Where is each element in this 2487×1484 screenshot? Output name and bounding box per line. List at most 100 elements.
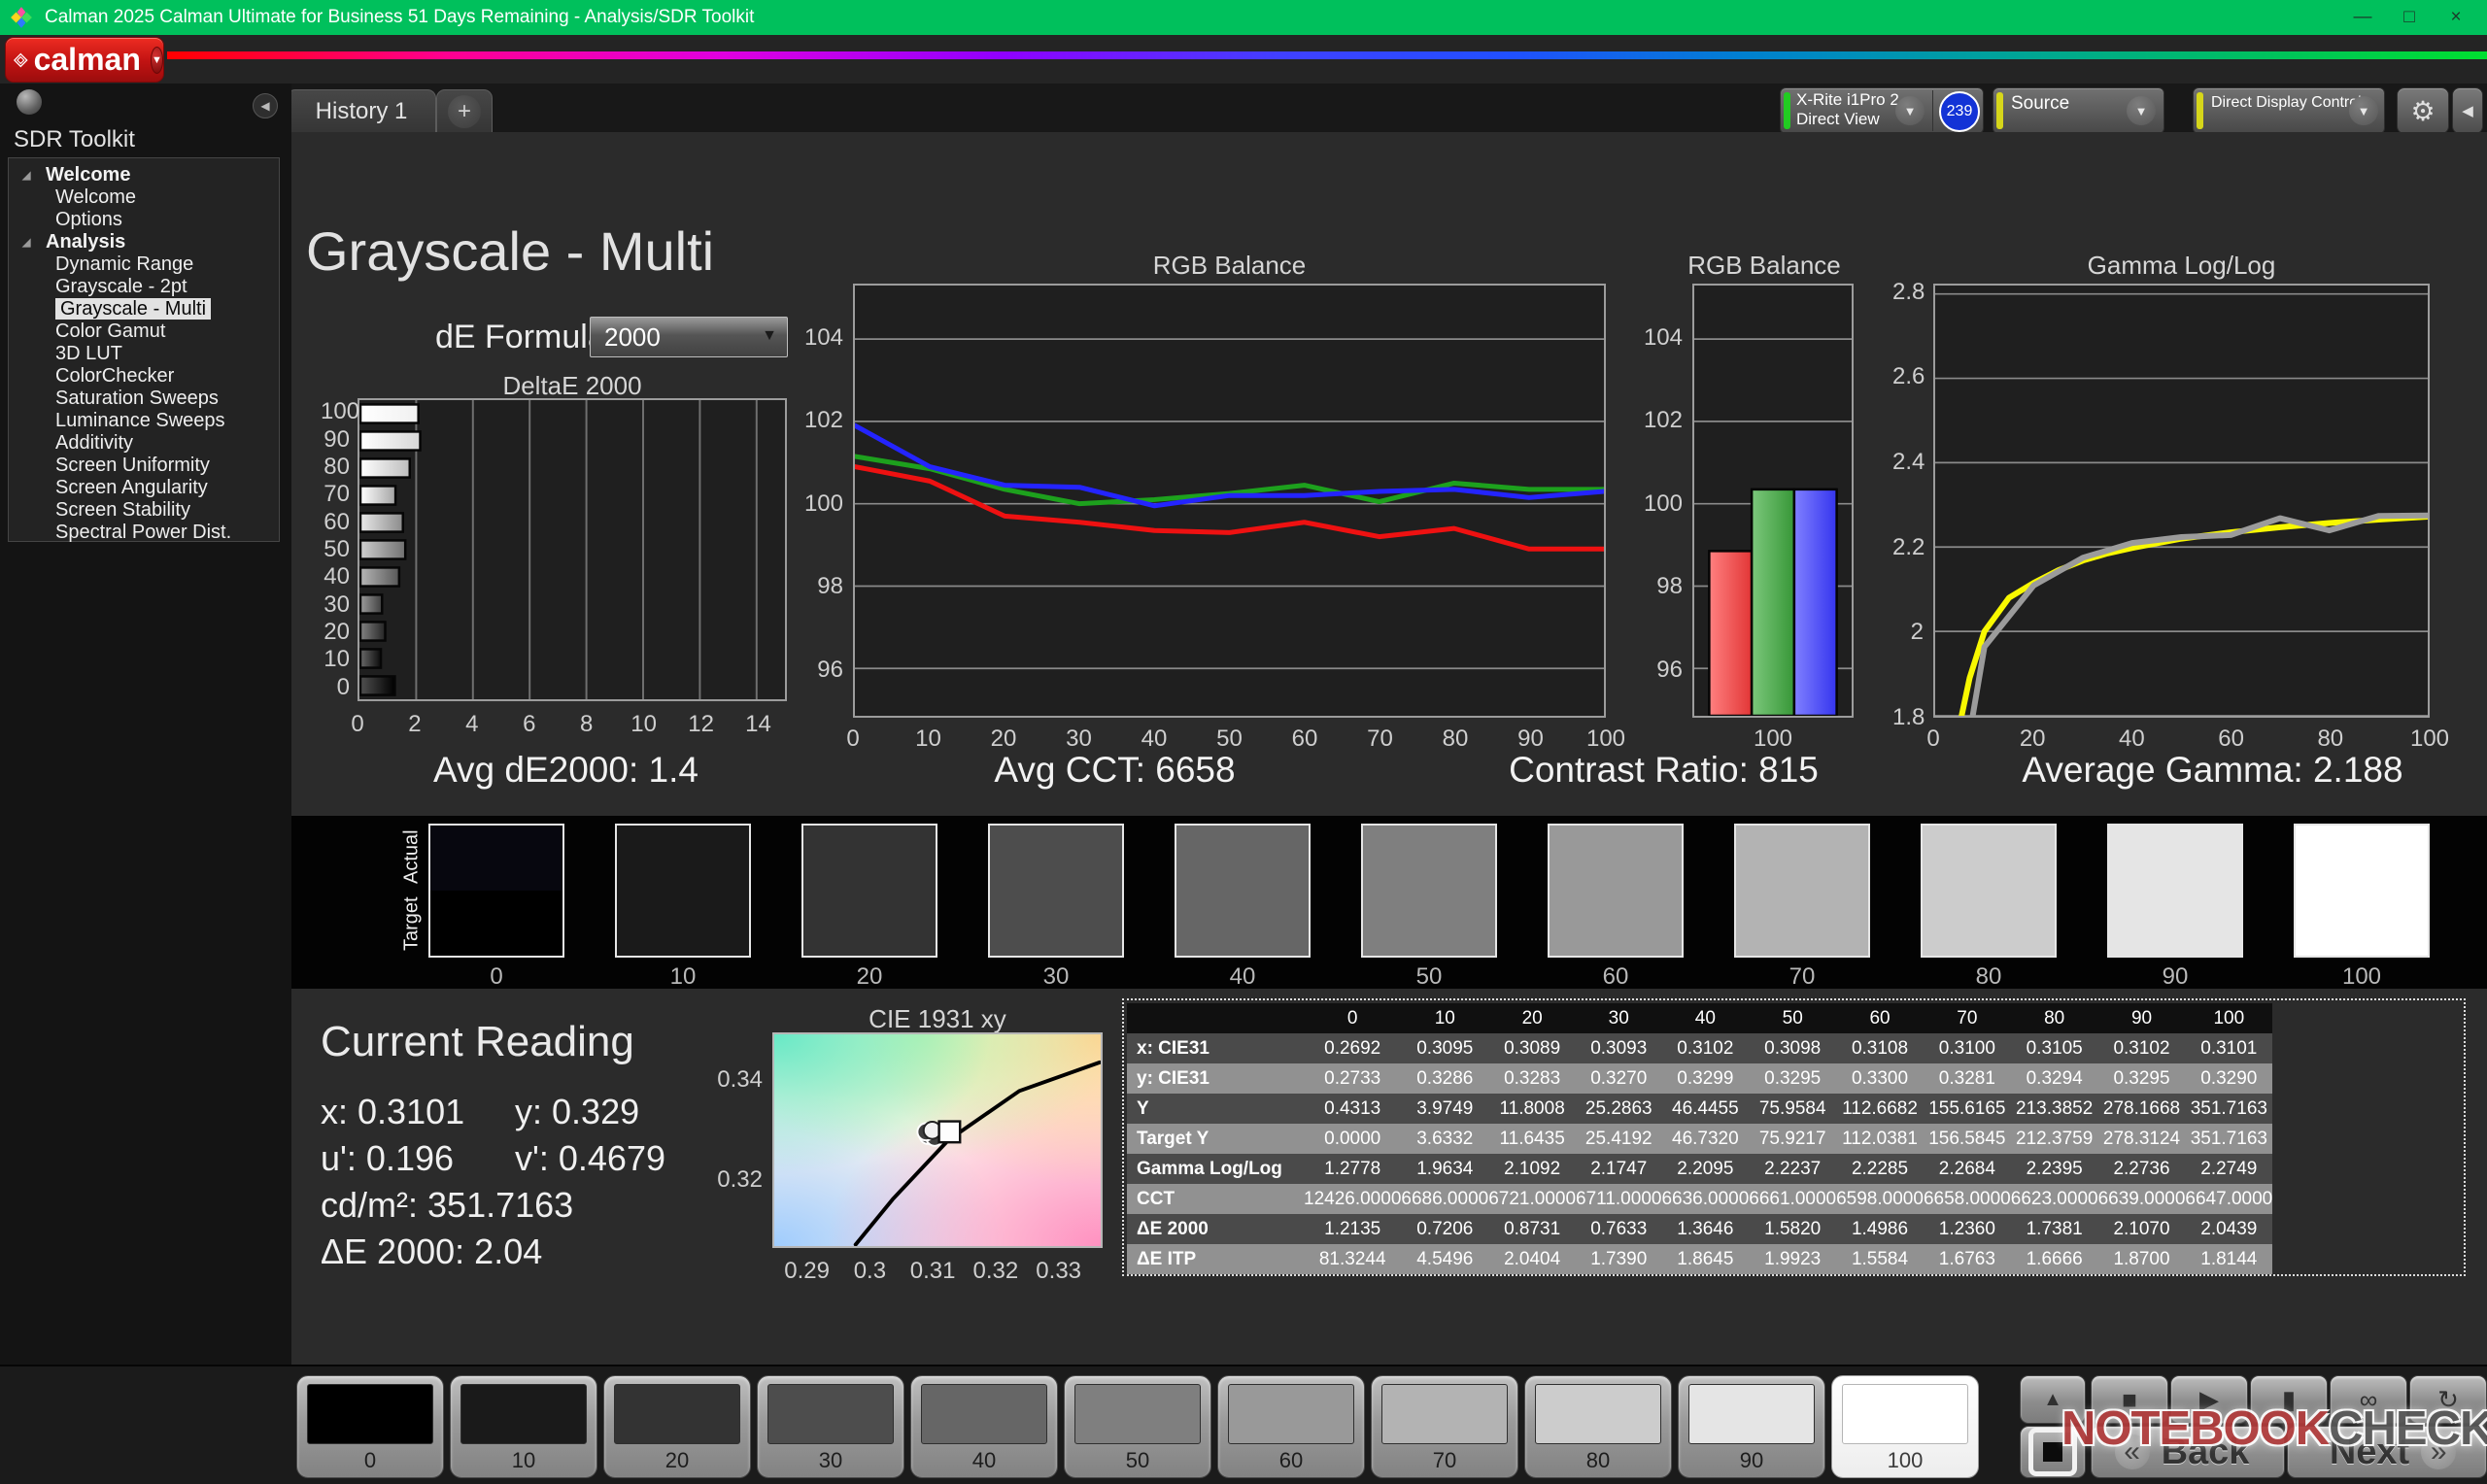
meter-count-badge[interactable]: 239 bbox=[1939, 91, 1980, 132]
pattern-level-button-40[interactable]: 40 bbox=[910, 1375, 1058, 1478]
settings-button[interactable]: ⚙ bbox=[2397, 87, 2449, 134]
pattern-level-button-20[interactable]: 20 bbox=[603, 1375, 751, 1478]
transport-button-continuous-read[interactable]: ∞ bbox=[2330, 1375, 2407, 1424]
minimize-button[interactable]: — bbox=[2339, 0, 2386, 35]
swatch-level-label: 0 bbox=[428, 963, 564, 991]
table-cell: 0.3095 bbox=[1401, 1033, 1488, 1063]
column-header-60: 60 bbox=[1836, 1003, 1924, 1033]
table-cell: 6639.0000 bbox=[2098, 1184, 2186, 1214]
x-axis-tick-label: 6 bbox=[523, 711, 535, 738]
sidebar-item-additivity[interactable]: Additivity bbox=[9, 432, 279, 455]
chevron-down-icon[interactable]: ▼ bbox=[1895, 96, 1925, 125]
table-header-row: 0102030405060708090100 bbox=[1127, 1003, 2272, 1033]
table-cell: 1.7381 bbox=[2011, 1214, 2098, 1244]
table-cell: 2.2684 bbox=[1924, 1154, 2011, 1184]
pattern-level-button-90[interactable]: 90 bbox=[1678, 1375, 1825, 1478]
sidebar-item-spectral-power-dist[interactable]: Spectral Power Dist. bbox=[9, 522, 279, 544]
sidebar-item-screen-angularity[interactable]: Screen Angularity bbox=[9, 477, 279, 499]
grayscale-swatch-40 bbox=[1175, 824, 1311, 958]
sidebar-section-welcome[interactable]: ◢Welcome bbox=[9, 164, 279, 186]
table-cell: 75.9217 bbox=[1749, 1124, 1836, 1154]
table-cell: 46.7320 bbox=[1661, 1124, 1749, 1154]
x-axis-tick-label: 2 bbox=[408, 711, 421, 738]
sidebar-section-analysis[interactable]: ◢Analysis bbox=[9, 231, 279, 253]
logo-dropdown-icon[interactable]: ▼ bbox=[151, 47, 163, 74]
sidebar-item-saturation-sweeps[interactable]: Saturation Sweeps bbox=[9, 388, 279, 410]
pattern-level-button-0[interactable]: 0 bbox=[296, 1375, 444, 1478]
chevron-down-icon[interactable]: ▼ bbox=[2127, 96, 2156, 125]
meter-dropdown[interactable]: X-Rite i1Pro 2 Direct View ▼ 239 bbox=[1780, 87, 1984, 134]
table-cell: 2.1070 bbox=[2098, 1214, 2186, 1244]
next-button[interactable]: Next » bbox=[2287, 1426, 2487, 1478]
table-cell: 1.9923 bbox=[1749, 1244, 1836, 1274]
table-cell: 0.3105 bbox=[2011, 1033, 2098, 1063]
swatch-level-label: 40 bbox=[1175, 963, 1311, 991]
sidebar-item-screen-uniformity[interactable]: Screen Uniformity bbox=[9, 455, 279, 477]
pattern-window-up-button[interactable]: ▲ bbox=[2020, 1375, 2086, 1424]
grayscale-swatch-90 bbox=[2107, 824, 2243, 958]
swatch-level-label: 50 bbox=[1361, 963, 1497, 991]
pattern-level-button-80[interactable]: 80 bbox=[1524, 1375, 1672, 1478]
table-cell: 1.2360 bbox=[1924, 1214, 2011, 1244]
pattern-level-button-70[interactable]: 70 bbox=[1371, 1375, 1518, 1478]
calman-logo-button[interactable]: calman ▼ bbox=[5, 37, 164, 83]
de-formula-select[interactable]: 2000 ▼ bbox=[590, 317, 788, 357]
actual-swatch bbox=[803, 826, 936, 891]
pattern-swatch bbox=[1842, 1384, 1968, 1444]
table-cell: 0.3286 bbox=[1401, 1063, 1488, 1094]
expander-icon[interactable]: ◢ bbox=[22, 232, 46, 254]
add-tab-button[interactable]: + bbox=[436, 89, 493, 133]
swatch-level-label: 30 bbox=[988, 963, 1124, 991]
sidebar-item-options[interactable]: Options bbox=[9, 209, 279, 231]
table-cell: 2.0439 bbox=[2185, 1214, 2272, 1244]
next-label: Next bbox=[2330, 1432, 2409, 1473]
chevron-down-icon[interactable]: ▼ bbox=[2349, 96, 2378, 125]
maximize-button[interactable]: □ bbox=[2386, 0, 2433, 35]
expander-icon[interactable]: ◢ bbox=[22, 165, 46, 187]
sidebar-item-screen-stability[interactable]: Screen Stability bbox=[9, 499, 279, 522]
sidebar-item-grayscale-2pt[interactable]: Grayscale - 2pt bbox=[9, 276, 279, 298]
pattern-level-label: 90 bbox=[1679, 1448, 1824, 1473]
transport-button-play[interactable]: ▶ bbox=[2170, 1375, 2248, 1424]
sidebar-item-grayscale-multi[interactable]: Grayscale - Multi bbox=[9, 298, 279, 320]
table-cell: 6661.0000 bbox=[1749, 1184, 1836, 1214]
tab-history-1[interactable]: History 1 bbox=[287, 89, 436, 133]
back-button[interactable]: « Back bbox=[2091, 1426, 2285, 1478]
column-header-80: 80 bbox=[2011, 1003, 2098, 1033]
sidebar-collapse-button[interactable]: ◀ bbox=[253, 93, 278, 118]
sidebar-item-color-gamut[interactable]: Color Gamut bbox=[9, 320, 279, 343]
current-reading-panel: Current Reading x: 0.3101 y: 0.329 u': 0… bbox=[321, 1018, 709, 1290]
pattern-level-button-50[interactable]: 50 bbox=[1064, 1375, 1211, 1478]
sidebar-item-colorchecker[interactable]: ColorChecker bbox=[9, 365, 279, 388]
sidebar-item-welcome[interactable]: Welcome bbox=[9, 186, 279, 209]
sidebar-title: SDR Toolkit bbox=[14, 126, 135, 153]
x-axis-tick-label: 14 bbox=[745, 711, 771, 738]
workflow-ball-icon[interactable] bbox=[17, 89, 42, 115]
display-control-dropdown[interactable]: Direct Display Control ▼ bbox=[2193, 87, 2385, 134]
pattern-level-button-10[interactable]: 10 bbox=[450, 1375, 597, 1478]
table-cell: 2.1747 bbox=[1576, 1154, 1661, 1184]
table-cell: 2.2736 bbox=[2098, 1154, 2186, 1184]
transport-button-refresh[interactable]: ↻ bbox=[2409, 1375, 2487, 1424]
pattern-level-button-60[interactable]: 60 bbox=[1217, 1375, 1365, 1478]
pattern-stop-button[interactable] bbox=[2020, 1426, 2086, 1478]
sidebar-item-luminance-sweeps[interactable]: Luminance Sweeps bbox=[9, 410, 279, 432]
close-button[interactable]: × bbox=[2433, 0, 2479, 35]
target-swatch bbox=[1550, 891, 1682, 956]
source-dropdown[interactable]: Source ▼ bbox=[1993, 87, 2164, 134]
pattern-level-button-30[interactable]: 30 bbox=[757, 1375, 904, 1478]
sidebar-item-3d-lut[interactable]: 3D LUT bbox=[9, 343, 279, 365]
transport-button-stop[interactable]: ■ bbox=[2091, 1375, 2168, 1424]
transport-button-single-read[interactable]: ▮ bbox=[2250, 1375, 2328, 1424]
avg-de2000-stat: Avg dE2000: 1.4 bbox=[291, 750, 840, 794]
table-cell: 6598.0000 bbox=[1836, 1184, 1924, 1214]
pattern-swatch bbox=[307, 1384, 433, 1444]
pattern-level-label: 50 bbox=[1065, 1448, 1210, 1473]
sidebar-item-dynamic-range[interactable]: Dynamic Range bbox=[9, 253, 279, 276]
x-axis-tick-label: 50 bbox=[1216, 725, 1243, 753]
x-axis-tick-label: 80 bbox=[2317, 725, 2343, 753]
table-cell: 0.4313 bbox=[1304, 1094, 1401, 1124]
target-swatch bbox=[2109, 891, 2241, 956]
panel-collapse-button[interactable]: ◀ bbox=[2452, 87, 2483, 134]
pattern-level-button-100[interactable]: 100 bbox=[1831, 1375, 1979, 1478]
